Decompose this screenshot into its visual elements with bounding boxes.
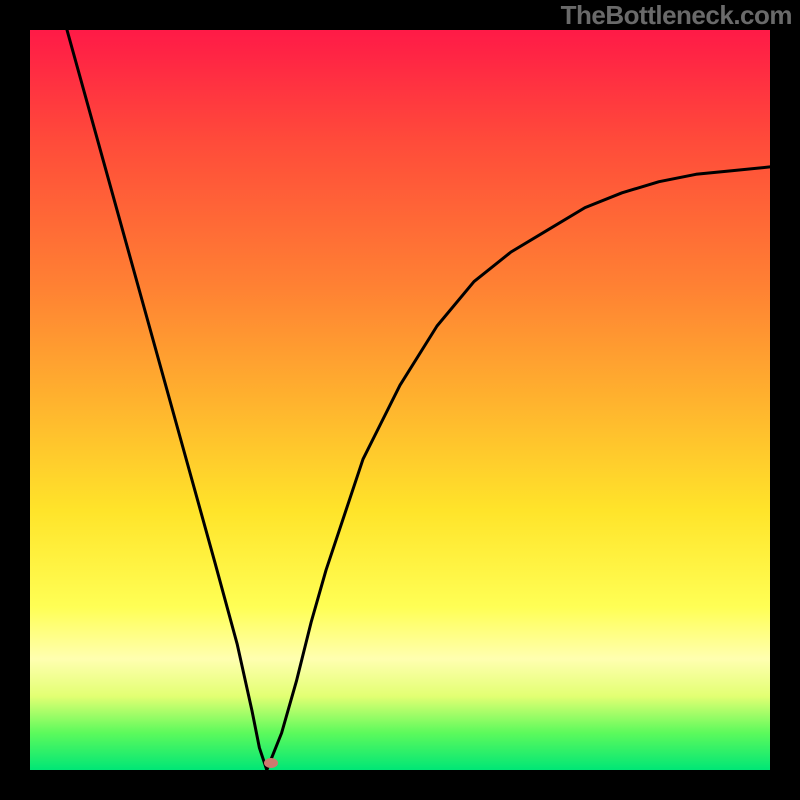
plot-area	[30, 30, 770, 770]
minimum-marker	[264, 758, 278, 768]
chart-frame: TheBottleneck.com	[0, 0, 800, 800]
watermark-text: TheBottleneck.com	[561, 0, 792, 31]
bottleneck-curve	[30, 30, 770, 770]
